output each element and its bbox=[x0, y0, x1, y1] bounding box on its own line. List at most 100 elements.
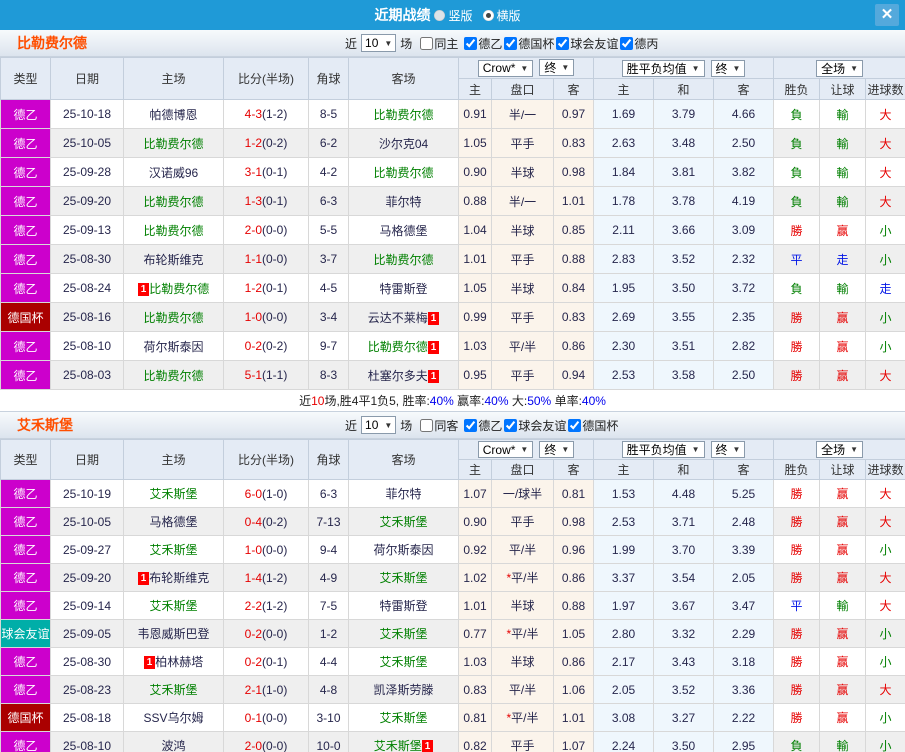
avg-final-dropdown[interactable]: 终▼ bbox=[711, 441, 746, 458]
halftime-score: (0-0) bbox=[262, 627, 287, 641]
close-icon[interactable]: ✕ bbox=[875, 4, 899, 26]
result-handicap-cell: 走 bbox=[820, 245, 866, 274]
score-cell: 1-4(1-2) bbox=[224, 564, 309, 592]
avg-odds-dropdown[interactable]: 胜平负均值▼ bbox=[622, 441, 705, 458]
away-team-cell: 杜塞尔多夫1 bbox=[349, 361, 459, 390]
avg-odds-dropdown[interactable]: 胜平负均值▼ bbox=[622, 60, 705, 77]
checkbox-同客[interactable] bbox=[420, 419, 433, 432]
filter-bar: 艾禾斯堡 近 10▼ 场 同客德乙球会友谊德国杯 bbox=[0, 411, 905, 439]
avg-draw-cell: 4.48 bbox=[654, 480, 714, 508]
col-result-goals: 进球数 bbox=[866, 460, 905, 480]
odds-final-dropdown[interactable]: 终▼ bbox=[539, 59, 574, 76]
filter-checkbox-item[interactable]: 德乙 bbox=[464, 35, 502, 52]
away-team-name: 艾禾斯堡 bbox=[379, 515, 427, 529]
avg-away-cell: 2.22 bbox=[714, 704, 774, 732]
filter-checkbox-item[interactable]: 德丙 bbox=[620, 35, 658, 52]
fulltime-dropdown[interactable]: 全场▼ bbox=[816, 441, 863, 458]
col-odds-handicap: 盘口 bbox=[492, 460, 554, 480]
col-home: 主场 bbox=[124, 58, 224, 100]
table-row: 德乙25-08-301柏林赫塔0-2(0-1)4-4艾禾斯堡1.03半球0.86… bbox=[1, 648, 905, 676]
fulltime-score: 1-0 bbox=[245, 310, 262, 324]
checkbox-球会友谊[interactable] bbox=[556, 37, 569, 50]
away-team-name: 菲尔特 bbox=[385, 195, 421, 209]
avg-draw-cell: 3.50 bbox=[654, 274, 714, 303]
checkbox-同主[interactable] bbox=[420, 37, 433, 50]
result-handicap-cell: 赢 bbox=[820, 480, 866, 508]
summary-segment: 近 bbox=[299, 392, 311, 409]
odds-source-dropdown[interactable]: Crow*▼ bbox=[478, 441, 534, 458]
halftime-score: (0-0) bbox=[262, 310, 287, 324]
checkbox-德国杯[interactable] bbox=[568, 419, 581, 432]
league-type-cell: 德国杯 bbox=[1, 303, 51, 332]
avg-home-cell: 2.83 bbox=[594, 245, 654, 274]
summary-segment: 40% bbox=[485, 394, 509, 408]
games-count-select[interactable]: 10▼ bbox=[361, 416, 396, 434]
odds-home-cell: 0.77 bbox=[459, 620, 492, 648]
filter-checkbox-item[interactable]: 球会友谊 bbox=[556, 35, 618, 52]
handicap-text: 半球 bbox=[510, 282, 534, 296]
home-team-cell: 帕德博恩 bbox=[124, 100, 224, 129]
home-team-cell: 艾禾斯堡 bbox=[124, 480, 224, 508]
handicap-text: 平手 bbox=[510, 369, 534, 383]
halftime-score: (0-2) bbox=[262, 515, 287, 529]
away-team-name: 荷尔斯泰因 bbox=[373, 543, 433, 557]
avg-draw-cell: 3.27 bbox=[654, 704, 714, 732]
filter-checkbox-item[interactable]: 德乙 bbox=[464, 417, 502, 434]
odds-home-cell: 0.88 bbox=[459, 187, 492, 216]
result-winloss-cell: 勝 bbox=[774, 332, 820, 361]
league-type-cell: 德乙 bbox=[1, 480, 51, 508]
odds-source-dropdown[interactable]: Crow*▼ bbox=[478, 60, 534, 77]
table-row: 德乙25-08-10波鸿2-0(0-0)10-0艾禾斯堡10.82平手1.072… bbox=[1, 732, 905, 752]
odds-home-cell: 1.01 bbox=[459, 592, 492, 620]
avg-draw-cell: 3.43 bbox=[654, 648, 714, 676]
handicap-text: 平手 bbox=[510, 311, 534, 325]
handicap-text: 平手 bbox=[510, 253, 534, 267]
checkbox-德乙[interactable] bbox=[464, 37, 477, 50]
odds-away-cell: 0.86 bbox=[554, 564, 594, 592]
checkbox-德乙[interactable] bbox=[464, 419, 477, 432]
games-count-select[interactable]: 10▼ bbox=[361, 34, 396, 52]
halftime-score: (0-0) bbox=[262, 739, 287, 752]
checkbox-德国杯[interactable] bbox=[504, 37, 517, 50]
checkbox-德丙[interactable] bbox=[620, 37, 633, 50]
away-team-name: 艾禾斯堡 bbox=[379, 571, 427, 585]
fulltime-score: 6-0 bbox=[245, 487, 262, 501]
filter-checkbox-item[interactable]: 德国杯 bbox=[568, 417, 618, 434]
handicap-cell: 平手 bbox=[492, 129, 554, 158]
radio-vertical-layout[interactable]: 竖版 bbox=[434, 7, 472, 24]
league-type-cell: 德乙 bbox=[1, 732, 51, 752]
checkbox-球会友谊[interactable] bbox=[504, 419, 517, 432]
odds-away-cell: 0.83 bbox=[554, 303, 594, 332]
fulltime-score: 1-2 bbox=[245, 281, 262, 295]
filter-checkbox-item[interactable]: 同客 bbox=[420, 417, 458, 434]
table-row: 德国杯25-08-16比勒费尔德1-0(0-0)3-4云达不莱梅10.99平手0… bbox=[1, 303, 905, 332]
avg-final-dropdown[interactable]: 终▼ bbox=[711, 60, 746, 77]
table-row: 球会友谊25-09-05韦恩威斯巴登0-2(0-0)1-2艾禾斯堡0.77*平/… bbox=[1, 620, 905, 648]
result-handicap-cell: 輸 bbox=[820, 732, 866, 752]
avg-home-cell: 1.78 bbox=[594, 187, 654, 216]
filter-checkbox-item[interactable]: 同主 bbox=[420, 35, 458, 52]
odds-final-dropdown[interactable]: 终▼ bbox=[539, 441, 574, 458]
corner-cell: 4-9 bbox=[309, 564, 349, 592]
score-cell: 1-0(0-0) bbox=[224, 303, 309, 332]
result-handicap-cell: 赢 bbox=[820, 361, 866, 390]
filter-checkbox-item[interactable]: 德国杯 bbox=[504, 35, 554, 52]
home-team-name: 比勒费尔德 bbox=[143, 224, 203, 238]
odds-home-cell: 1.04 bbox=[459, 216, 492, 245]
col-odds-away: 客 bbox=[554, 79, 594, 100]
handicap-cell: *平/半 bbox=[492, 620, 554, 648]
checkbox-label: 德乙 bbox=[478, 35, 502, 52]
fulltime-dropdown[interactable]: 全场▼ bbox=[816, 60, 863, 77]
odds-home-cell: 1.03 bbox=[459, 332, 492, 361]
matches-table: 类型 日期 主场 比分(半场) 角球 客场 Crow*▼终▼ 胜平负均值▼终▼ … bbox=[0, 57, 905, 390]
radio-horizontal-layout[interactable]: 横版 bbox=[483, 7, 521, 24]
col-away: 客场 bbox=[349, 58, 459, 100]
corner-cell: 9-4 bbox=[309, 536, 349, 564]
radio-unselected-icon[interactable] bbox=[434, 10, 445, 21]
table-row: 德乙25-08-241比勒费尔德1-2(0-1)4-5特雷斯登1.05半球0.8… bbox=[1, 274, 905, 303]
filter-checkbox-item[interactable]: 球会友谊 bbox=[504, 417, 566, 434]
score-cell: 2-2(1-2) bbox=[224, 592, 309, 620]
league-filter-checkboxes: 同主 德乙德国杯球会友谊德丙 bbox=[420, 35, 660, 52]
radio-selected-icon[interactable] bbox=[483, 10, 494, 21]
result-goals-cell: 小 bbox=[866, 332, 905, 361]
